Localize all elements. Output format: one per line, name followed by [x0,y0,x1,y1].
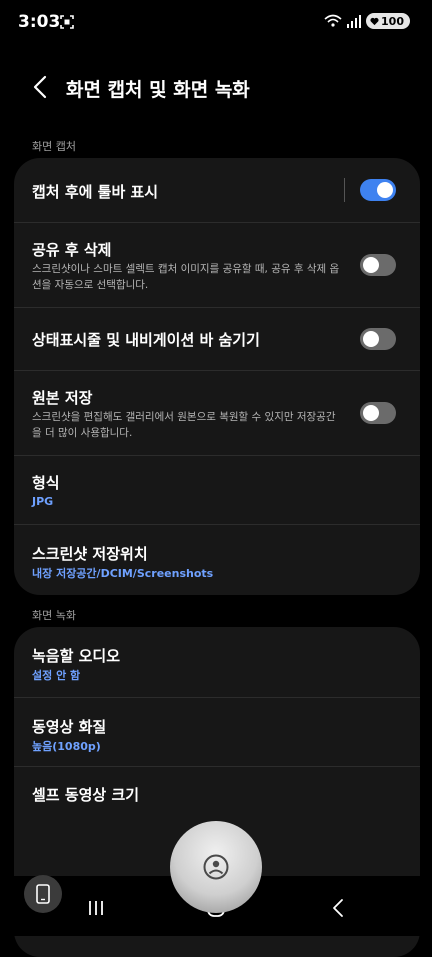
setting-title: 상태표시줄 및 내비게이션 바 숨기기 [32,331,260,349]
toggle-knob [363,331,379,347]
page-title: 화면 캡처 및 화면 녹화 [66,79,250,101]
battery-indicator: 100 [366,13,410,29]
capture-settings-card: 캡처 후에 툴바 표시 공유 후 삭제 스크린샷이나 스마트 셀렉트 캡처 이미… [14,158,420,595]
setting-value: JPG [32,495,54,508]
setting-hide-bars[interactable]: 상태표시줄 및 내비게이션 바 숨기기 [14,308,420,371]
toggle-knob [377,182,393,198]
setting-title: 캡처 후에 툴바 표시 [32,183,159,201]
setting-title: 셀프 동영상 크기 [32,786,140,804]
setting-title: 형식 [32,474,60,492]
setting-description: 스크린샷이나 스마트 셀렉트 캡처 이미지를 공유할 때, 공유 후 삭제 옵션… [32,263,340,291]
status-time: 3:03 [18,12,61,32]
setting-save-original[interactable]: 원본 저장 스크린샷을 편집해도 갤러리에서 원본으로 복원할 수 있지만 저장… [14,371,420,456]
delete-after-share-toggle[interactable] [360,254,396,276]
back-icon[interactable] [324,894,352,922]
recent-apps-icon[interactable] [82,894,110,922]
divider [344,178,345,202]
battery-level: 100 [381,14,404,28]
phone-icon [36,884,50,904]
hide-bars-toggle[interactable] [360,328,396,350]
back-arrow-icon[interactable] [26,72,56,102]
device-shortcut-button[interactable] [24,875,62,913]
setting-format[interactable]: 형식 JPG [14,456,420,525]
setting-delete-after-share[interactable]: 공유 후 삭제 스크린샷이나 스마트 셀렉트 캡처 이미지를 공유할 때, 공유… [14,223,420,308]
toggle-knob [363,405,379,421]
toggle-knob [363,257,379,273]
screenshot-icon [60,15,74,29]
setting-audio[interactable]: 녹음할 오디오 설정 안 함 [14,627,420,698]
setting-title: 스크린샷 저장위치 [32,545,148,563]
floating-camera-button[interactable] [170,821,262,913]
setting-title: 동영상 화질 [32,718,107,736]
header: 화면 캡처 및 화면 녹화 [0,62,432,110]
setting-value: 내장 저장공간/DCIM/Screenshots [32,567,214,580]
battery-heart-icon [370,17,379,25]
setting-value: 설정 안 함 [32,669,81,682]
selfie-camera-icon [203,854,229,880]
status-icons: 100 [324,13,410,29]
section-label-capture: 화면 캡처 [32,140,76,153]
status-bar: 3:03 100 [0,0,432,44]
section-label-record: 화면 녹화 [32,609,76,622]
setting-description: 스크린샷을 편집해도 갤러리에서 원본으로 복원할 수 있지만 저장공간을 더 … [32,411,336,439]
setting-save-location[interactable]: 스크린샷 저장위치 내장 저장공간/DCIM/Screenshots [14,525,420,595]
setting-title: 녹음할 오디오 [32,647,121,665]
setting-value: 높음(1080p) [32,740,101,753]
save-original-toggle[interactable] [360,402,396,424]
toolbar-toggle[interactable] [360,179,396,201]
setting-video-quality[interactable]: 동영상 화질 높음(1080p) [14,698,420,767]
setting-title: 원본 저장 [32,389,93,407]
setting-title: 공유 후 삭제 [32,241,112,259]
setting-toolbar-after-capture[interactable]: 캡처 후에 툴바 표시 [14,158,420,223]
signal-icon [347,15,362,28]
wifi-icon [324,14,342,27]
